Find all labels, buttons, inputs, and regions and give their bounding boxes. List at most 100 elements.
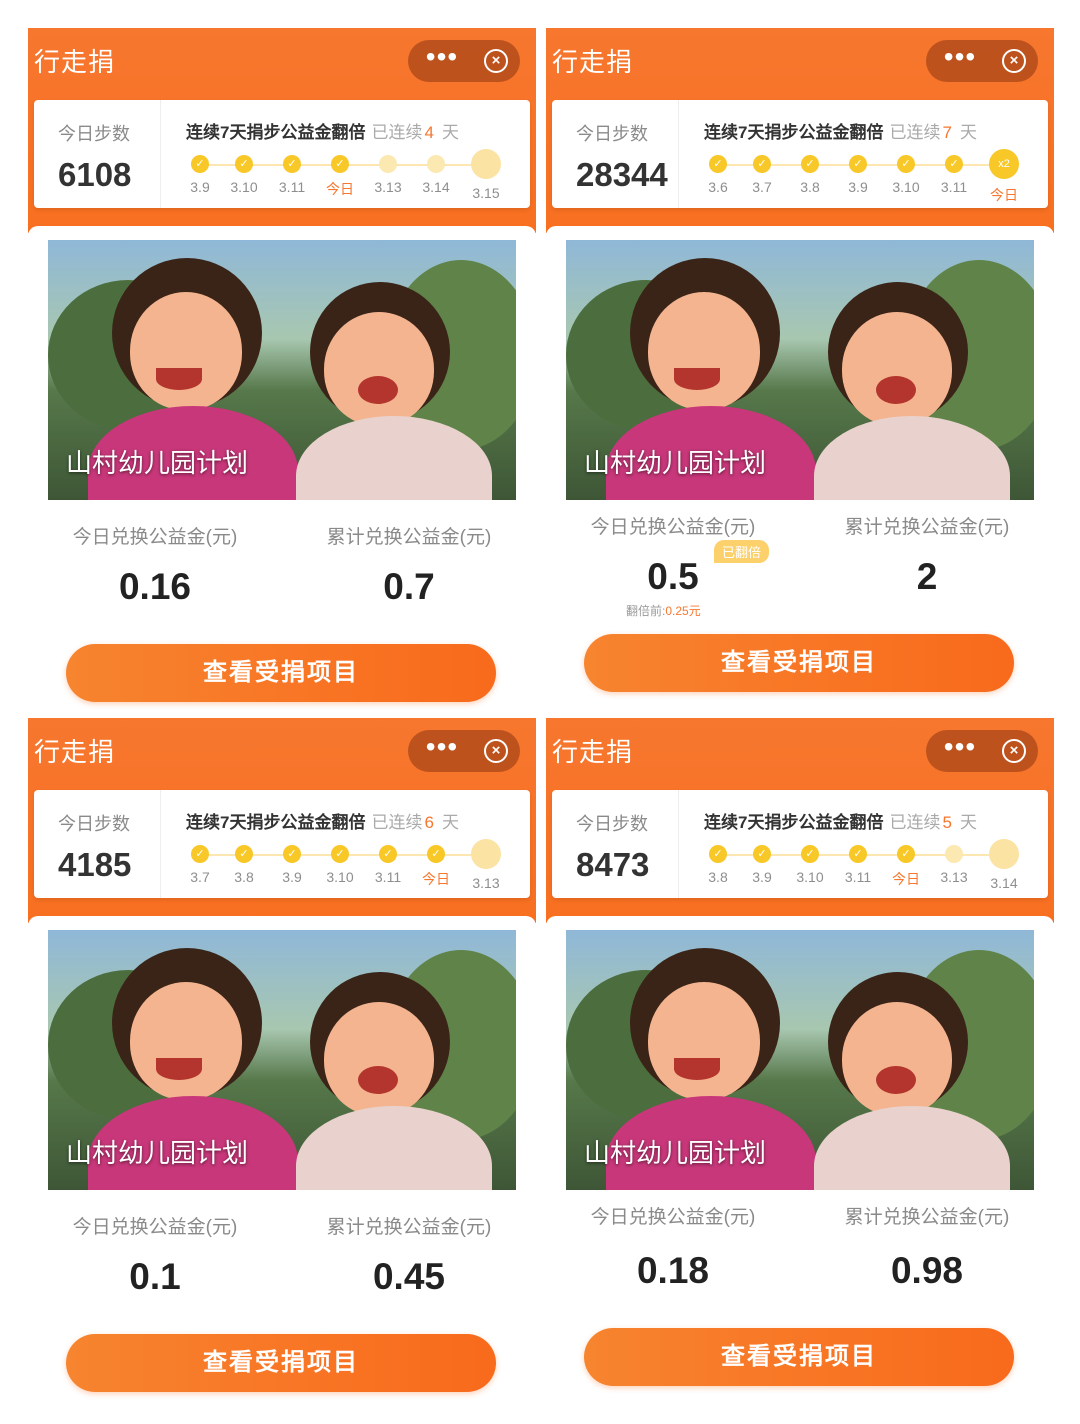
donation-card: 山村幼儿园计划 今日兑换公益金(元) 累计兑换公益金(元) 0.18 0.98 … [546,916,1054,1400]
total-amount-value: 0.98 [890,1250,963,1291]
child-face [130,292,242,410]
child-face [130,982,242,1100]
streak-day: ✓ 今日 [882,835,930,889]
donation-card: 山村幼儿园计划 今日兑换公益金(元) 累计兑换公益金(元) 0.1 0.45 查… [28,916,536,1400]
check-coin-icon: ✓ [801,845,819,863]
check-coin-icon: ✓ [709,155,727,173]
today-steps-value: 8473 [576,846,650,883]
streak-heading: 连续7天捐步公益金翻倍 [704,123,884,142]
streak-day: ✓ 3.8 [786,145,834,195]
check-coin-icon: ✓ [897,845,915,863]
today-amount-label: 今日兑换公益金(元) [72,527,238,548]
today-steps-value: 28344 [576,156,668,193]
today-amount-label: 今日兑换公益金(元) [590,1207,756,1228]
streak-day: ✓ 3.10 [220,145,268,195]
streak-day-label: 3.8 [800,179,820,195]
streak-day-label: 3.11 [278,179,306,195]
check-coin-icon: ✓ [897,155,915,173]
streak-days: 4 [424,123,434,142]
streak-day-label: 3.9 [282,869,302,885]
streak-day-label: 3.13 [940,869,968,885]
project-photo[interactable]: 山村幼儿园计划 [566,930,1034,1190]
streak-day: 3.15 [462,145,510,201]
streak-progress: ✓ 3.9 ✓ 3.10 ✓ 3.11 ✓ 今日 3.13 3.14 3.15 [186,145,514,201]
streak-title: 连续7天捐步公益金翻倍 已连续 7 天 [704,118,977,143]
view-projects-button[interactable]: 查看受捐项目 [66,644,496,702]
streak-day: ✓ 3.11 [268,145,316,195]
close-circle-icon[interactable]: × [1002,49,1026,73]
streak-day-label: 3.14 [990,875,1018,891]
streak-day-label: 3.11 [374,869,402,885]
total-amount-label: 累计兑换公益金(元) [326,1217,492,1238]
more-dots-icon[interactable]: ••• [422,730,462,772]
project-photo[interactable]: 山村幼儿园计划 [48,930,516,1190]
check-coin-icon: ✓ [427,845,445,863]
streak-day: ✓ 3.10 [882,145,930,195]
double-bonus-icon: x2 [989,149,1019,179]
header-bar: 行走捐 ••• × 今日步数 28344 连续7天捐步公益金翻倍 已连续 7 天 ✓ 3… [546,28,1054,233]
check-coin-icon: ✓ [283,845,301,863]
check-coin-icon: ✓ [235,845,253,863]
more-dots-icon[interactable]: ••• [422,40,462,82]
streak-day-label: 3.6 [708,179,728,195]
screen-panel: 行走捐 ••• × 今日步数 6108 连续7天捐步公益金翻倍 已连续 4 天 ✓ 3.… [28,28,536,703]
pending-coin-icon [379,155,397,173]
total-amount-label: 累计兑换公益金(元) [844,517,1010,538]
streak-prefix: 已连续 [371,813,423,832]
close-circle-icon[interactable]: × [484,739,508,763]
screen-panel: 行走捐 ••• × 今日步数 4185 连续7天捐步公益金翻倍 已连续 6 天 ✓ 3.… [28,718,536,1400]
project-name: 山村幼儿园计划 [66,448,249,478]
streak-day: ✓ 3.9 [738,835,786,885]
streak-suffix: 天 [959,123,977,142]
today-steps-value: 6108 [58,156,132,193]
today-steps: 今日步数 8473 [552,790,679,898]
screen-panel: 行走捐 ••• × 今日步数 28344 连续7天捐步公益金翻倍 已连续 7 天 ✓ 3… [546,28,1054,703]
streak-day: ✓ 3.10 [786,835,834,885]
child-face [648,292,760,410]
streak-days: 6 [424,813,434,832]
streak-progress: ✓ 3.6 ✓ 3.7 ✓ 3.8 ✓ 3.9 ✓ 3.10 ✓ 3.11 x2 今日 [704,145,1032,203]
check-coin-icon: ✓ [191,845,209,863]
streak-day-label: 3.8 [234,869,254,885]
streak-progress: ✓ 3.8 ✓ 3.9 ✓ 3.10 ✓ 3.11 ✓ 今日 3.13 3.14 [704,835,1032,891]
close-circle-icon[interactable]: × [484,49,508,73]
streak-day-label: 3.14 [422,179,450,195]
before-doubling-label: 翻倍前: [626,604,666,618]
streak-day: ✓ 3.6 [694,145,742,195]
project-photo[interactable]: 山村幼儿园计划 [566,240,1034,500]
streak-day-label: 3.9 [190,179,210,195]
mini-program-capsule: ••• × [408,730,520,772]
streak-suffix: 天 [441,813,459,832]
app-title: 行走捐 [34,737,116,767]
today-steps-label: 今日步数 [576,814,648,834]
streak-day-label: 3.10 [796,869,824,885]
app-title: 行走捐 [552,47,634,77]
view-projects-button[interactable]: 查看受捐项目 [584,634,1014,692]
check-coin-icon: ✓ [849,155,867,173]
close-circle-icon[interactable]: × [1002,739,1026,763]
doubled-badge: 已翻倍 [714,540,770,563]
total-amount-value: 0.7 [383,566,435,607]
more-dots-icon[interactable]: ••• [940,40,980,82]
child-face [324,1002,434,1116]
more-dots-icon[interactable]: ••• [940,730,980,772]
bonus-coin-icon [989,839,1019,869]
project-photo[interactable]: 山村幼儿园计划 [48,240,516,500]
before-doubling-note: 翻倍前:0.25元 [626,602,701,619]
streak-day-label: 3.8 [708,869,728,885]
streak-day: ✓ 3.8 [694,835,742,885]
today-amount-label: 今日兑换公益金(元) [72,1217,238,1238]
check-coin-icon: ✓ [379,845,397,863]
streak-day-label: 3.7 [752,179,772,195]
header-bar: 行走捐 ••• × 今日步数 6108 连续7天捐步公益金翻倍 已连续 4 天 ✓ 3.… [28,28,536,233]
view-projects-button[interactable]: 查看受捐项目 [66,1334,496,1392]
steps-card: 今日步数 28344 连续7天捐步公益金翻倍 已连续 7 天 ✓ 3.6 ✓ 3.7 ✓ 3.8… [552,100,1048,208]
streak-day-label: 今日 [892,871,920,887]
streak-day-label: 3.11 [940,179,968,195]
project-name: 山村幼儿园计划 [66,1138,249,1168]
app-title: 行走捐 [34,47,116,77]
streak-heading: 连续7天捐步公益金翻倍 [704,813,884,832]
check-coin-icon: ✓ [283,155,301,173]
view-projects-button[interactable]: 查看受捐项目 [584,1328,1014,1386]
streak-day: ✓ 3.11 [364,835,412,885]
